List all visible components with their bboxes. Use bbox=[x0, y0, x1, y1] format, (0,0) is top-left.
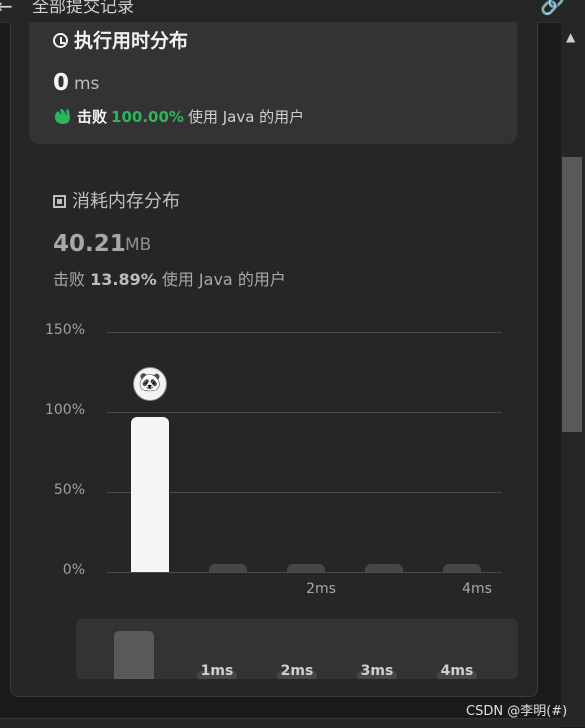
y-tick-label: 100% bbox=[44, 402, 85, 418]
runtime-beats: 击败 100.00% 使用 Java 的用户 bbox=[53, 106, 304, 127]
page-title: 全部提交记录 bbox=[32, 0, 134, 17]
memory-chip-icon bbox=[53, 195, 66, 208]
gridline bbox=[107, 332, 502, 333]
memory-beats-label: 击败 bbox=[53, 270, 86, 289]
gridline bbox=[107, 572, 502, 573]
memory-beats-percent: 13.89% bbox=[90, 270, 157, 289]
y-tick-label: 0% bbox=[62, 562, 85, 578]
runtime-unit: ms bbox=[74, 74, 100, 94]
user-avatar-icon: 🐼 bbox=[133, 367, 167, 401]
x-tick-label: 2ms bbox=[306, 581, 336, 597]
mini-axis-label: 3ms bbox=[360, 663, 394, 679]
chart-bar-4ms[interactable] bbox=[443, 564, 481, 572]
memory-title-text: 消耗内存分布 bbox=[72, 191, 180, 212]
runtime-title: 执行用时分布 bbox=[53, 26, 188, 53]
submission-detail-panel: 执行用时分布 0 ms 击败 100.00% 使用 Java 的用户 消耗内存分布 … bbox=[10, 22, 538, 697]
y-tick-label: 150% bbox=[44, 322, 85, 338]
scroll-up-icon[interactable]: ▲ bbox=[566, 30, 575, 44]
chart-bar-1ms[interactable] bbox=[209, 564, 247, 572]
runtime-beats-percent: 100.00% bbox=[111, 108, 184, 126]
scrollbar-thumb[interactable] bbox=[562, 157, 582, 432]
link-icon[interactable]: 🔗 bbox=[540, 0, 565, 16]
runtime-title-text: 执行用时分布 bbox=[74, 30, 189, 52]
watermark: CSDN @李明(#) bbox=[466, 704, 568, 719]
mini-axis-label: 1ms bbox=[200, 663, 234, 679]
chart-bar-2ms[interactable] bbox=[287, 564, 325, 572]
memory-beats-suffix: 使用 Java 的用户 bbox=[161, 270, 286, 289]
chart-range-selector[interactable]: 1ms 2ms 3ms 4ms bbox=[76, 619, 518, 679]
chart-bar-3ms[interactable] bbox=[365, 564, 403, 572]
chart-bar-0ms[interactable] bbox=[131, 416, 169, 572]
runtime-value: 0 bbox=[53, 70, 70, 96]
runtime-beats-label: 击败 bbox=[77, 108, 108, 126]
clap-hands-icon bbox=[54, 108, 70, 124]
memory-distribution-chart: 🐼 150% 100% 50% 0% 2ms 4ms bbox=[11, 312, 537, 612]
memory-value: 40.21 bbox=[53, 231, 126, 257]
memory-beats: 击败 13.89% 使用 Java 的用户 bbox=[53, 266, 286, 290]
mini-axis-label: 2ms bbox=[280, 663, 314, 679]
mini-axis-label: 4ms bbox=[440, 663, 474, 679]
range-selector-handle[interactable] bbox=[114, 631, 154, 679]
y-tick-label: 50% bbox=[53, 482, 85, 498]
arrow-left-icon[interactable]: ← bbox=[0, 0, 13, 18]
clock-icon bbox=[53, 33, 68, 48]
memory-unit: MB bbox=[125, 235, 152, 255]
x-tick-label: 4ms bbox=[462, 581, 492, 597]
runtime-beats-suffix: 使用 Java 的用户 bbox=[187, 108, 305, 126]
top-bar: ← 全部提交记录 🔗 bbox=[0, 0, 585, 23]
memory-title: 消耗内存分布 bbox=[53, 187, 180, 213]
gridline bbox=[107, 412, 502, 413]
runtime-card: 执行用时分布 0 ms 击败 100.00% 使用 Java 的用户 bbox=[29, 22, 517, 144]
